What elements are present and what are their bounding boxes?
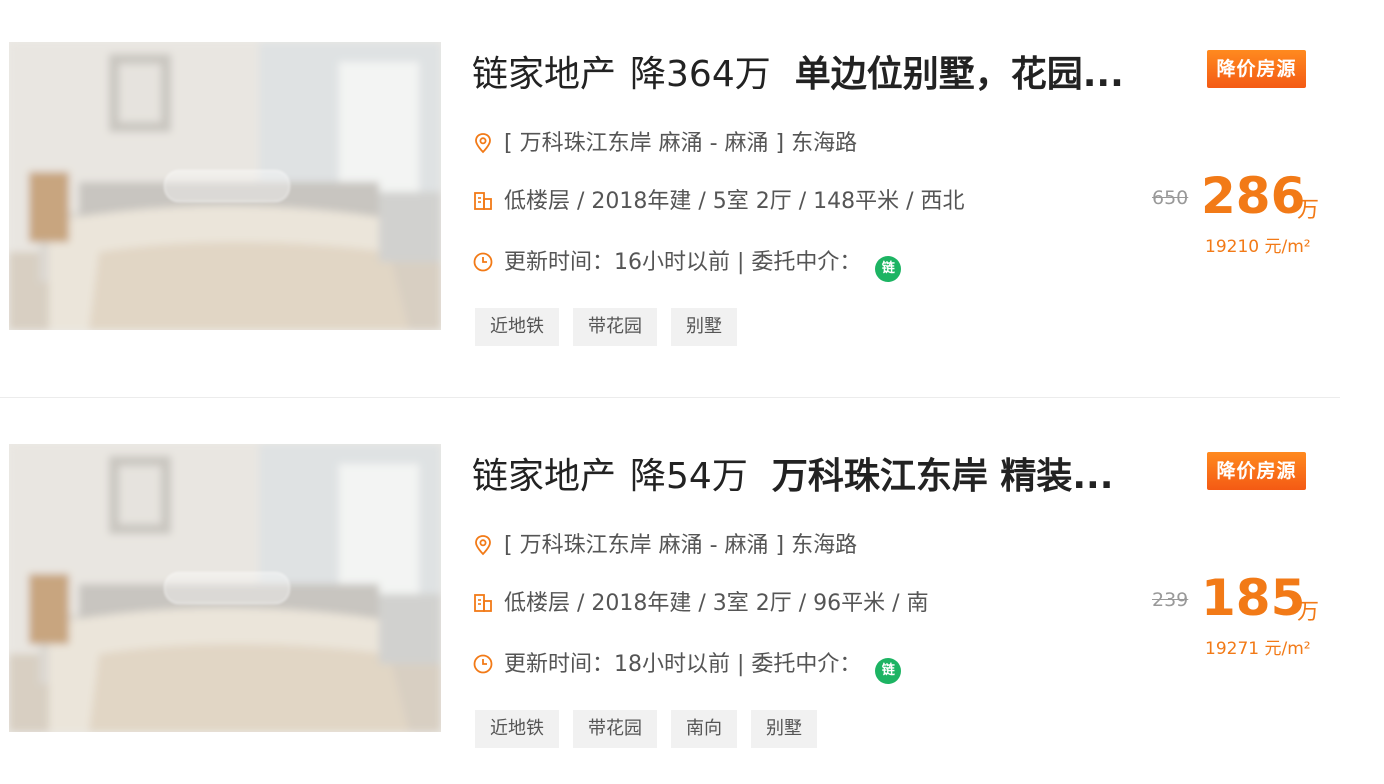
current-price: 286: [1201, 167, 1306, 225]
unit-price: 19210 元/m²: [1205, 237, 1311, 257]
unit-price: 19271 元/m²: [1205, 639, 1311, 659]
price-drop: 降364万: [630, 54, 771, 95]
location-pin-icon: [475, 133, 491, 154]
price-drop: 降54万: [630, 456, 748, 497]
clock-icon: [473, 252, 493, 272]
current-price: 185: [1201, 569, 1306, 627]
location-pin-icon: [475, 535, 491, 556]
listing-description: 单边位别墅，花园...: [794, 54, 1124, 95]
agency-name: 链家地产: [472, 456, 617, 497]
tag: 别墅: [751, 710, 817, 748]
tag-list: 近地铁 带花园 别墅: [475, 308, 751, 346]
clock-icon: [473, 654, 493, 674]
tag: 近地铁: [475, 308, 559, 346]
listing-photo[interactable]: [9, 444, 441, 732]
original-price: 650: [1152, 187, 1189, 209]
building-icon: [474, 594, 492, 612]
location-text[interactable]: [ 万科珠江东岸 麻涌 - 麻涌 ] 东海路: [504, 131, 857, 156]
listing-divider: [0, 397, 1340, 398]
price-unit: 万: [1297, 198, 1320, 223]
listing-title[interactable]: 链家地产 降54万 万科珠江东岸 精装...: [472, 452, 1172, 502]
location-row: [ 万科珠江东岸 麻涌 - 麻涌 ] 东海路: [472, 127, 857, 161]
tag-list: 近地铁 带花园 南向 别墅: [475, 710, 831, 748]
price-drop-badge: 降价房源: [1207, 452, 1306, 490]
price-drop-badge: 降价房源: [1207, 50, 1306, 88]
tag: 别墅: [671, 308, 737, 346]
update-text: 更新时间：18小时以前 | 委托中介：: [504, 652, 862, 677]
location-text[interactable]: [ 万科珠江东岸 麻涌 - 麻涌 ] 东海路: [504, 533, 857, 558]
listing-card[interactable]: 链家地产 降364万 单边位别墅，花园... 降价房源 [ 万科珠江东岸 麻涌 - …: [0, 42, 1340, 382]
update-row: 更新时间：16小时以前 | 委托中介： 链: [472, 246, 902, 282]
original-price: 239: [1152, 589, 1189, 611]
location-row: [ 万科珠江东岸 麻涌 - 麻涌 ] 东海路: [472, 529, 857, 563]
listing-photo[interactable]: [9, 42, 441, 330]
listing-description: 万科珠江东岸 精装...: [771, 456, 1114, 497]
info-row: 低楼层 / 2018年建 / 3室 2厅 / 96平米 / 南: [472, 587, 929, 621]
listing-card[interactable]: 链家地产 降54万 万科珠江东岸 精装... 降价房源 [ 万科珠江东岸 麻涌 - …: [0, 444, 1340, 784]
photo-watermark: [164, 572, 290, 604]
listing-title[interactable]: 链家地产 降364万 单边位别墅，花园...: [472, 50, 1172, 100]
photo-watermark: [164, 170, 290, 202]
agent-badge[interactable]: 链: [875, 256, 902, 282]
house-info-text: 低楼层 / 2018年建 / 3室 2厅 / 96平米 / 南: [504, 591, 929, 616]
building-icon: [474, 192, 492, 210]
update-text: 更新时间：16小时以前 | 委托中介：: [504, 250, 862, 275]
info-row: 低楼层 / 2018年建 / 5室 2厅 / 148平米 / 西北: [472, 185, 965, 219]
agent-badge[interactable]: 链: [875, 658, 902, 684]
agency-name: 链家地产: [472, 54, 617, 95]
tag: 南向: [671, 710, 737, 748]
house-info-text: 低楼层 / 2018年建 / 5室 2厅 / 148平米 / 西北: [504, 189, 965, 214]
update-row: 更新时间：18小时以前 | 委托中介： 链: [472, 648, 902, 684]
tag: 近地铁: [475, 710, 559, 748]
price-unit: 万: [1297, 600, 1320, 625]
tag: 带花园: [573, 308, 657, 346]
tag: 带花园: [573, 710, 657, 748]
